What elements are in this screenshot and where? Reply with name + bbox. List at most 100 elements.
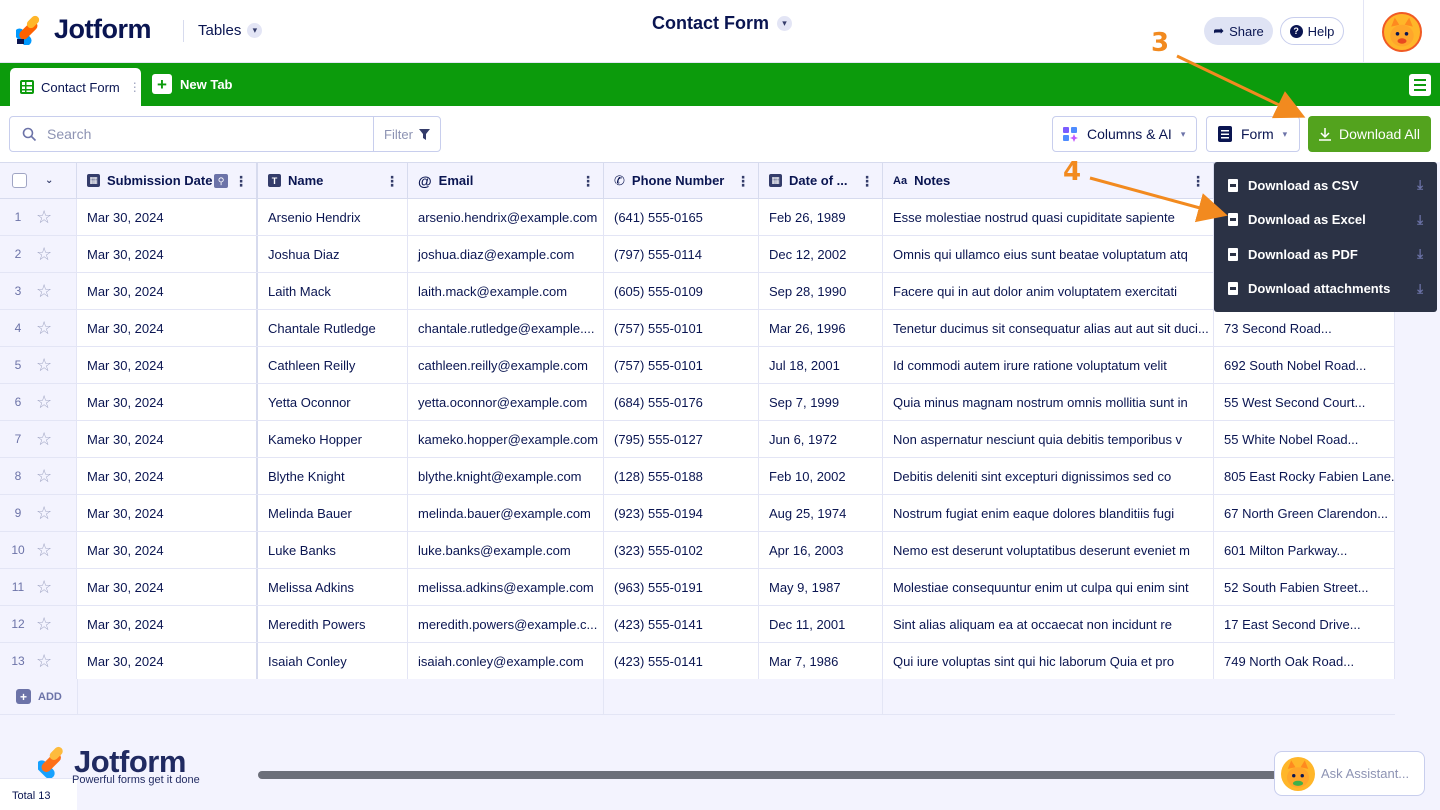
address-cell[interactable]: 749 North Oak Road... [1214,643,1395,679]
name-cell[interactable]: Laith Mack [258,273,408,309]
download-attachments-item[interactable]: Download attachments ⤓ [1214,272,1437,307]
address-cell[interactable]: 692 South Nobel Road... [1214,347,1395,383]
share-button[interactable]: ➦ Share [1204,17,1273,45]
submission-date-cell[interactable]: Mar 30, 2024 [77,569,258,605]
email-cell[interactable]: joshua.diaz@example.com [408,236,604,272]
table-row[interactable]: 9 ☆ Mar 30, 2024 Melinda Bauer melinda.bauer… [0,495,1395,532]
address-cell[interactable]: 73 Second Road... [1214,310,1395,346]
submission-date-cell[interactable]: Mar 30, 2024 [77,495,258,531]
notes-cell[interactable]: Nostrum fugiat enim eaque dolores blandi… [883,495,1214,531]
table-row[interactable]: 13 ☆ Mar 30, 2024 Isaiah Conley isaiah.conle… [0,643,1395,680]
column-menu-icon[interactable]: ⋮ [736,173,750,190]
star-icon[interactable]: ☆ [36,207,52,228]
name-cell[interactable]: Melissa Adkins [258,569,408,605]
date-of-birth-cell[interactable]: Dec 12, 2002 [759,236,883,272]
form-button[interactable]: Form ▾ [1206,116,1300,152]
notes-cell[interactable]: Molestiae consequuntur enim ut culpa qui… [883,569,1214,605]
submission-date-cell[interactable]: Mar 30, 2024 [77,310,258,346]
table-row[interactable]: 10 ☆ Mar 30, 2024 Luke Banks luke.banks@exam… [0,532,1395,569]
submission-date-cell[interactable]: Mar 30, 2024 [77,199,258,235]
name-cell[interactable]: Joshua Diaz [258,236,408,272]
email-cell[interactable]: kameko.hopper@example.com [408,421,604,457]
name-cell[interactable]: Isaiah Conley [258,643,408,679]
notes-cell[interactable]: Nemo est deserunt voluptatibus deserunt … [883,532,1214,568]
columns-ai-button[interactable]: Columns & AI ▾ [1052,116,1197,152]
table-row[interactable]: 4 ☆ Mar 30, 2024 Chantale Rutledge chantale.… [0,310,1395,347]
submission-date-cell[interactable]: Mar 30, 2024 [77,643,258,679]
address-cell[interactable]: 55 West Second Court... [1214,384,1395,420]
submission-date-cell[interactable]: Mar 30, 2024 [77,421,258,457]
phone-cell[interactable]: (963) 555-0191 [604,569,759,605]
column-menu-icon[interactable]: ⋮ [234,173,248,190]
select-all-checkbox[interactable] [12,173,27,188]
notes-cell[interactable]: Tenetur ducimus sit consequatur alias au… [883,310,1214,346]
star-icon[interactable]: ☆ [36,577,52,598]
column-menu-icon[interactable]: ⋮ [860,173,874,190]
star-icon[interactable]: ☆ [36,318,52,339]
name-cell[interactable]: Luke Banks [258,532,408,568]
jotform-logo[interactable]: Jotform [16,14,152,45]
submission-date-cell[interactable]: Mar 30, 2024 [77,236,258,272]
column-header-name[interactable]: T Name ⋮ [258,163,408,198]
date-of-birth-cell[interactable]: May 9, 1987 [759,569,883,605]
table-row[interactable]: 11 ☆ Mar 30, 2024 Melissa Adkins melissa.adk… [0,569,1395,606]
horizontal-scrollbar[interactable] [258,771,1358,779]
column-header-phone[interactable]: ✆ Phone Number ⋮ [604,163,759,198]
column-header-notes[interactable]: Aa Notes ⋮ [883,163,1214,198]
email-cell[interactable]: luke.banks@example.com [408,532,604,568]
table-row[interactable]: 3 ☆ Mar 30, 2024 Laith Mack laith.mack@examp… [0,273,1395,310]
address-cell[interactable]: 55 White Nobel Road... [1214,421,1395,457]
address-cell[interactable]: 52 South Fabien Street... [1214,569,1395,605]
table-row[interactable]: 2 ☆ Mar 30, 2024 Joshua Diaz joshua.diaz@exa… [0,236,1395,273]
submission-date-cell[interactable]: Mar 30, 2024 [77,273,258,309]
star-icon[interactable]: ☆ [36,466,52,487]
column-header-date-of-birth[interactable]: ▦ Date of ... ⋮ [759,163,883,198]
name-cell[interactable]: Meredith Powers [258,606,408,642]
name-cell[interactable]: Chantale Rutledge [258,310,408,346]
search-input[interactable]: Search [9,116,374,152]
add-row-button[interactable]: + ADD [0,679,77,714]
hamburger-menu-button[interactable] [1409,74,1431,96]
email-cell[interactable]: chantale.rutledge@example.... [408,310,604,346]
notes-cell[interactable]: Omnis qui ullamco eius sunt beatae volup… [883,236,1214,272]
phone-cell[interactable]: (323) 555-0102 [604,532,759,568]
submission-date-cell[interactable]: Mar 30, 2024 [77,384,258,420]
submission-date-cell[interactable]: Mar 30, 2024 [77,606,258,642]
download-pdf-item[interactable]: Download as PDF ⤓ [1214,237,1437,272]
phone-cell[interactable]: (641) 555-0165 [604,199,759,235]
notes-cell[interactable]: Facere qui in aut dolor anim voluptatem … [883,273,1214,309]
column-menu-icon[interactable]: ⋮ [581,173,595,190]
page-title[interactable]: Contact Form ▾ [652,13,792,34]
star-icon[interactable]: ☆ [36,355,52,376]
table-row[interactable]: 12 ☆ Mar 30, 2024 Meredith Powers meredith.p… [0,606,1395,643]
date-of-birth-cell[interactable]: Jun 6, 1972 [759,421,883,457]
email-cell[interactable]: cathleen.reilly@example.com [408,347,604,383]
table-row[interactable]: 6 ☆ Mar 30, 2024 Yetta Oconnor yetta.oconnor… [0,384,1395,421]
help-button[interactable]: ? Help [1280,17,1344,45]
email-cell[interactable]: meredith.powers@example.c... [408,606,604,642]
date-of-birth-cell[interactable]: Aug 25, 1974 [759,495,883,531]
star-icon[interactable]: ☆ [36,281,52,302]
address-cell[interactable]: 601 Milton Parkway... [1214,532,1395,568]
email-cell[interactable]: isaiah.conley@example.com [408,643,604,679]
date-of-birth-cell[interactable]: Sep 28, 1990 [759,273,883,309]
tables-dropdown[interactable]: Tables ▾ [198,22,263,39]
phone-cell[interactable]: (423) 555-0141 [604,606,759,642]
submission-date-cell[interactable]: Mar 30, 2024 [77,458,258,494]
new-tab-button[interactable]: + New Tab [152,74,233,94]
email-cell[interactable]: arsenio.hendrix@example.com [408,199,604,235]
date-of-birth-cell[interactable]: Apr 16, 2003 [759,532,883,568]
address-cell[interactable]: 67 North Green Clarendon... [1214,495,1395,531]
email-cell[interactable]: melissa.adkins@example.com [408,569,604,605]
download-csv-item[interactable]: Download as CSV ⤓ [1214,168,1437,203]
star-icon[interactable]: ☆ [36,651,52,672]
email-cell[interactable]: yetta.oconnor@example.com [408,384,604,420]
email-cell[interactable]: melinda.bauer@example.com [408,495,604,531]
date-of-birth-cell[interactable]: Dec 11, 2001 [759,606,883,642]
name-cell[interactable]: Arsenio Hendrix [258,199,408,235]
star-icon[interactable]: ☆ [36,503,52,524]
date-of-birth-cell[interactable]: Feb 26, 1989 [759,199,883,235]
phone-cell[interactable]: (605) 555-0109 [604,273,759,309]
notes-cell[interactable]: Debitis deleniti sint excepturi dignissi… [883,458,1214,494]
notes-cell[interactable]: Qui iure voluptas sint qui hic laborum Q… [883,643,1214,679]
